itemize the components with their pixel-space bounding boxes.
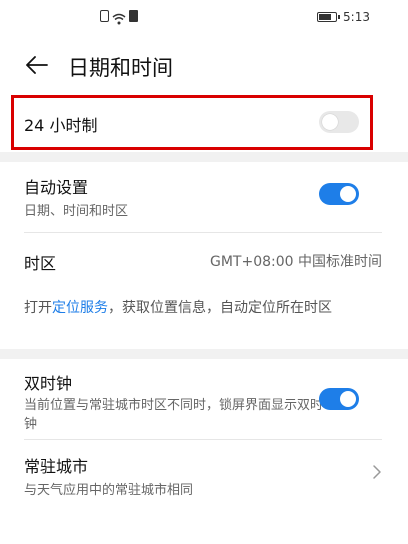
wifi-icon — [112, 10, 126, 25]
section-divider — [0, 349, 408, 359]
location-note-prefix: 打开 — [24, 300, 52, 316]
dual-clock-subtitle: 当前位置与常驻城市时区不同时，锁屏界面显示双时钟 — [24, 398, 324, 432]
status-bar: 5:13 — [0, 0, 408, 36]
battery-icon — [317, 12, 341, 22]
location-service-link[interactable]: 定位服务 — [52, 300, 108, 316]
timezone-value: GMT+08:00 中国标准时间 — [209, 254, 382, 270]
back-arrow-icon — [26, 56, 48, 74]
location-note: 打开定位服务，获取位置信息，自动定位所在时区 — [24, 296, 382, 320]
location-note-suffix: ，获取位置信息，自动定位所在时区 — [108, 300, 332, 316]
status-time: 5:13 — [343, 10, 370, 24]
header: 日期和时间 — [0, 46, 408, 84]
row-divider — [24, 439, 382, 440]
timezone-label: 时区 — [24, 254, 57, 273]
dual-clock-row[interactable]: 双时钟 当前位置与常驻城市时区不同时，锁屏界面显示双时钟 — [24, 370, 328, 434]
page-title: 日期和时间 — [68, 56, 173, 80]
row-divider — [24, 232, 382, 233]
home-city-title: 常驻城市 — [24, 457, 89, 476]
timezone-row[interactable]: 时区 GMT+08:00 中国标准时间 — [24, 250, 382, 274]
dual-clock-title: 双时钟 — [24, 374, 73, 393]
status-right: 5:13 — [317, 10, 370, 24]
back-button[interactable] — [22, 50, 52, 80]
toggle-knob — [340, 391, 356, 407]
chevron-right-icon — [373, 465, 381, 479]
highlight-box — [11, 95, 373, 150]
home-city-row[interactable]: 常驻城市 与天气应用中的常驻城市相同 — [24, 453, 382, 500]
signal-icon — [129, 10, 138, 22]
status-icons — [100, 10, 138, 25]
auto-setting-toggle[interactable] — [319, 183, 359, 205]
dual-clock-toggle[interactable] — [319, 388, 359, 410]
toggle-knob — [340, 186, 356, 202]
section-divider — [0, 152, 408, 162]
home-city-subtitle: 与天气应用中的常驻城市相同 — [24, 483, 194, 498]
sim-icon — [100, 10, 109, 22]
